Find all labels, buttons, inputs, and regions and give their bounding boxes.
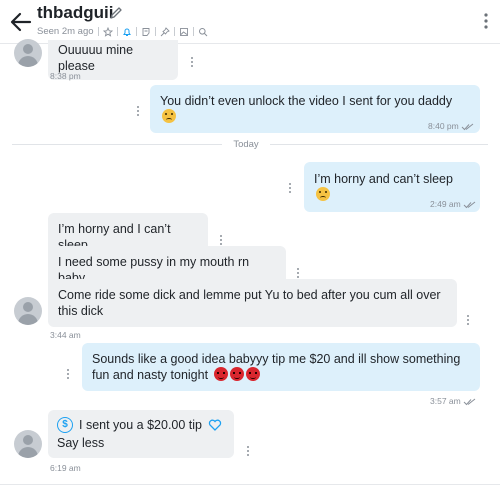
message-options-icon[interactable] bbox=[288, 183, 292, 193]
image-icon[interactable] bbox=[179, 27, 189, 37]
avatar[interactable] bbox=[14, 430, 42, 458]
pencil-icon[interactable] bbox=[109, 6, 123, 20]
avatar[interactable] bbox=[14, 297, 42, 325]
divider bbox=[116, 27, 118, 36]
message-options-icon[interactable] bbox=[66, 369, 70, 379]
divider bbox=[192, 27, 194, 36]
double-check-icon bbox=[463, 201, 476, 208]
back-arrow-icon[interactable] bbox=[10, 12, 32, 32]
chat-title[interactable]: thbadguii bbox=[37, 3, 113, 23]
double-check-icon bbox=[461, 123, 474, 130]
composer-edge bbox=[0, 484, 500, 490]
message-text: You didn’t even unlock the video I sent … bbox=[160, 94, 453, 108]
heart-icon[interactable] bbox=[208, 418, 222, 432]
time-text: 2:49 am bbox=[430, 199, 461, 209]
divider bbox=[135, 27, 137, 36]
time-text: 8:40 pm bbox=[428, 121, 459, 131]
message-time: 3:57 am bbox=[430, 396, 476, 406]
tip-row: $ I sent you a $20.00 tip bbox=[57, 417, 225, 433]
message-text: Come ride some dick and lemme put Yu to … bbox=[58, 288, 441, 318]
search-icon[interactable] bbox=[198, 27, 208, 37]
seen-status: Seen 2m ago bbox=[37, 26, 94, 37]
devil-face-emoji-icon bbox=[229, 367, 244, 381]
star-icon[interactable] bbox=[102, 26, 113, 37]
sad-face-emoji-icon bbox=[162, 109, 176, 123]
message-bubble-outgoing[interactable]: Sounds like a good idea babyyy tip me $2… bbox=[82, 343, 480, 391]
message-options-icon[interactable] bbox=[190, 57, 194, 67]
message-options-icon[interactable] bbox=[246, 446, 250, 456]
divider bbox=[97, 27, 99, 36]
bell-icon[interactable] bbox=[122, 27, 132, 37]
day-divider-line bbox=[12, 144, 222, 145]
avatar[interactable] bbox=[14, 39, 42, 67]
sad-face-emoji-icon bbox=[316, 187, 330, 201]
message-options-icon[interactable] bbox=[296, 268, 300, 278]
chat-header: thbadguii Seen 2m ago bbox=[0, 0, 500, 44]
message-text: Say less bbox=[57, 436, 105, 450]
divider bbox=[173, 27, 175, 36]
message-time: 8:38 pm bbox=[50, 71, 81, 81]
devil-face-emoji-icon bbox=[245, 367, 260, 381]
dollar-circle-icon: $ bbox=[57, 417, 73, 433]
tip-text: I sent you a $20.00 tip bbox=[79, 418, 203, 432]
message-options-icon[interactable] bbox=[136, 106, 140, 116]
message-options-icon[interactable] bbox=[466, 315, 470, 325]
double-check-icon bbox=[463, 398, 476, 405]
header-subbar: Seen 2m ago bbox=[37, 26, 208, 37]
message-time: 3:44 am bbox=[50, 330, 81, 340]
day-divider-label: Today bbox=[233, 139, 259, 150]
message-time: 8:40 pm bbox=[428, 121, 474, 131]
tip-message-bubble[interactable]: $ I sent you a $20.00 tip Say less bbox=[48, 410, 234, 458]
message-time: 2:49 am bbox=[430, 199, 476, 209]
note-icon[interactable] bbox=[141, 27, 151, 37]
more-vertical-icon[interactable] bbox=[484, 13, 488, 29]
pin-icon[interactable] bbox=[160, 26, 170, 37]
message-options-icon[interactable] bbox=[219, 235, 223, 245]
message-bubble-incoming[interactable]: Come ride some dick and lemme put Yu to … bbox=[48, 279, 457, 327]
message-text: I’m horny and can’t sleep bbox=[314, 172, 453, 186]
day-divider-line bbox=[270, 144, 488, 145]
time-text: 3:57 am bbox=[430, 396, 461, 406]
divider bbox=[154, 27, 156, 36]
message-text: Ouuuuu mine please bbox=[58, 43, 134, 73]
message-time: 6:19 am bbox=[50, 463, 81, 473]
message-text: Sounds like a good idea babyyy tip me $2… bbox=[92, 352, 461, 382]
devil-face-emoji-icon bbox=[213, 367, 228, 381]
